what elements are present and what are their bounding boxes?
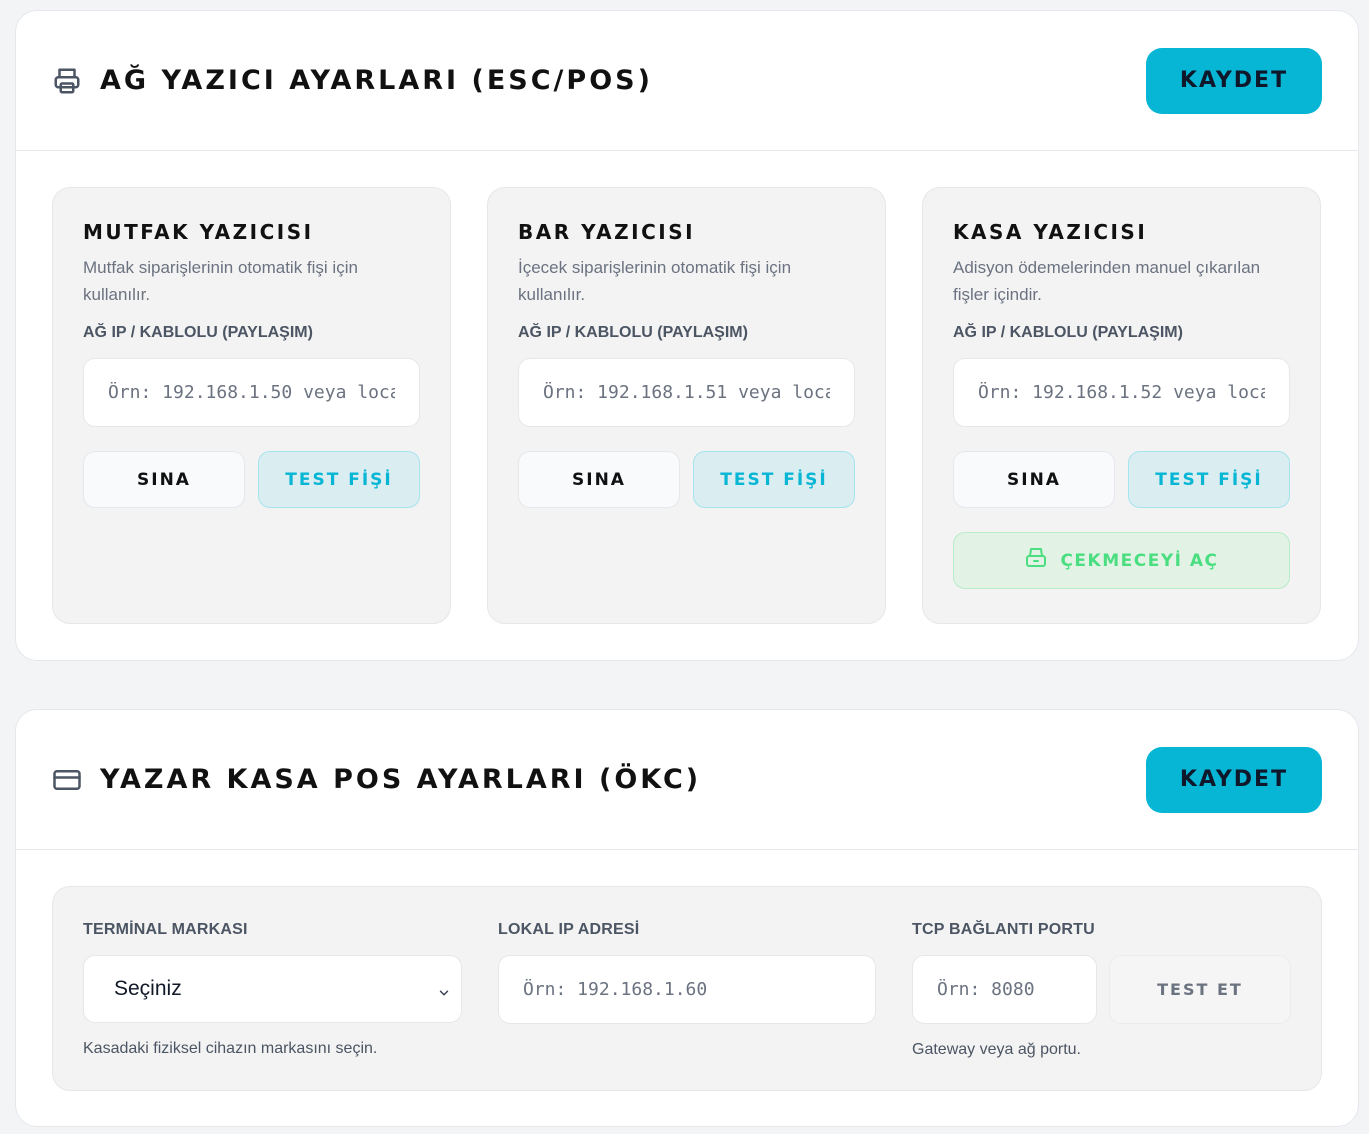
kitchen-test-receipt-button[interactable]: TEST FİŞİ	[258, 451, 420, 508]
cashier-printer-card: KASA YAZICISI Adisyon ödemelerinden manu…	[922, 187, 1321, 624]
section-title: YAZAR KASA POS AYARLARI (ÖKC)	[100, 764, 702, 795]
bar-printer-card: BAR YAZICISI İçecek siparişlerinin otoma…	[487, 187, 886, 624]
cashier-sina-button[interactable]: SINA	[953, 451, 1115, 508]
bar-sina-button[interactable]: SINA	[518, 451, 680, 508]
terminal-brand-hint: Kasadaki fiziksel cihazın markasını seçi…	[83, 1040, 378, 1057]
open-drawer-label: ÇEKMECEYİ AÇ	[1060, 550, 1219, 571]
card-title: BAR YAZICISI	[518, 220, 696, 244]
network-printer-panel: AĞ YAZICI AYARLARI (ESC/POS) KAYDET MUTF…	[15, 10, 1359, 661]
terminal-brand-selected: Seçiniz	[114, 977, 182, 1000]
cashier-ip-input[interactable]	[953, 358, 1290, 427]
local-ip-input[interactable]	[498, 955, 876, 1024]
local-ip-label: LOKAL IP ADRESİ	[498, 921, 640, 938]
printer-cards: MUTFAK YAZICISI Mutfak siparişlerinin ot…	[16, 151, 1358, 624]
card-description: İçecek siparişlerinin otomatik fişi için…	[518, 258, 792, 304]
kitchen-printer-card: MUTFAK YAZICISI Mutfak siparişlerinin ot…	[52, 187, 451, 624]
pos-terminal-panel: YAZAR KASA POS AYARLARI (ÖKC) KAYDET TER…	[15, 709, 1359, 1127]
save-pos-button[interactable]: KAYDET	[1146, 746, 1322, 813]
card-title: KASA YAZICISI	[953, 220, 1148, 244]
printer-icon	[52, 66, 82, 96]
save-printers-button[interactable]: KAYDET	[1146, 47, 1322, 114]
open-drawer-button[interactable]: ÇEKMECEYİ AÇ	[953, 532, 1290, 589]
kitchen-sina-button[interactable]: SINA	[83, 451, 245, 508]
kitchen-ip-input[interactable]	[83, 358, 420, 427]
pos-settings-card: TERMİNAL MARKASI Seçiniz Kasadaki fiziks…	[52, 886, 1322, 1091]
test-connection-button[interactable]: TEST ET	[1109, 955, 1291, 1024]
card-description: Adisyon ödemelerinden manuel çıkarılan f…	[953, 258, 1261, 304]
tcp-port-input[interactable]	[912, 955, 1097, 1024]
chevron-down-icon	[437, 982, 451, 996]
tcp-port-label: TCP BAĞLANTI PORTU	[912, 921, 1095, 938]
cashier-test-receipt-button[interactable]: TEST FİŞİ	[1128, 451, 1290, 508]
field-label: AĞ IP / KABLOLU (PAYLAŞIM)	[953, 324, 1183, 341]
bar-test-receipt-button[interactable]: TEST FİŞİ	[693, 451, 855, 508]
field-label: AĞ IP / KABLOLU (PAYLAŞIM)	[83, 324, 313, 341]
pos-panel-header: YAZAR KASA POS AYARLARI (ÖKC) KAYDET	[16, 710, 1358, 850]
field-label: AĞ IP / KABLOLU (PAYLAŞIM)	[518, 324, 748, 341]
card-description: Mutfak siparişlerinin otomatik fişi için…	[83, 258, 358, 304]
page-title: AĞ YAZICI AYARLARI (ESC/POS)	[100, 65, 653, 96]
terminal-brand-select[interactable]: Seçiniz	[83, 955, 462, 1023]
terminal-brand-label: TERMİNAL MARKASI	[83, 921, 248, 938]
credit-card-icon	[52, 765, 82, 795]
tcp-port-hint: Gateway veya ağ portu.	[912, 1041, 1081, 1058]
bar-ip-input[interactable]	[518, 358, 855, 427]
cash-drawer-icon	[1024, 546, 1048, 575]
card-title: MUTFAK YAZICISI	[83, 220, 314, 244]
printer-panel-header: AĞ YAZICI AYARLARI (ESC/POS) KAYDET	[16, 11, 1358, 151]
